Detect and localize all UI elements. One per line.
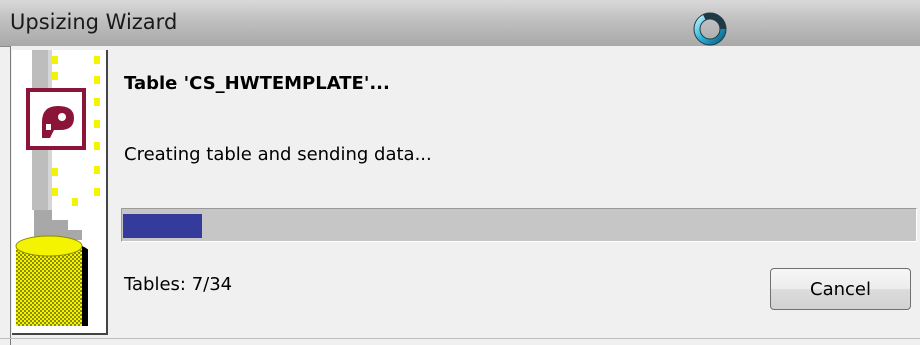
tables-counter: Tables: 7/34 [124,274,233,295]
window-bottom-edge [0,338,920,339]
wizard-side-art [12,50,108,335]
window-title: Upsizing Wizard [10,10,178,34]
progress-bar [121,208,917,242]
table-heading: Table 'CS_HWTEMPLATE'... [124,73,390,94]
access-key-database-icon [15,50,100,333]
status-text: Creating table and sending data... [124,144,432,165]
cancel-button[interactable]: Cancel [770,268,911,310]
progress-bar-fill [123,214,202,238]
title-bar[interactable]: Upsizing Wizard [0,0,920,47]
upsizing-wizard-window: Upsizing Wizard Table 'CS_HWTEMPLATE'...… [0,0,920,345]
busy-spinner-icon [693,12,727,46]
wizard-content: Table 'CS_HWTEMPLATE'... Creating table … [10,46,920,345]
